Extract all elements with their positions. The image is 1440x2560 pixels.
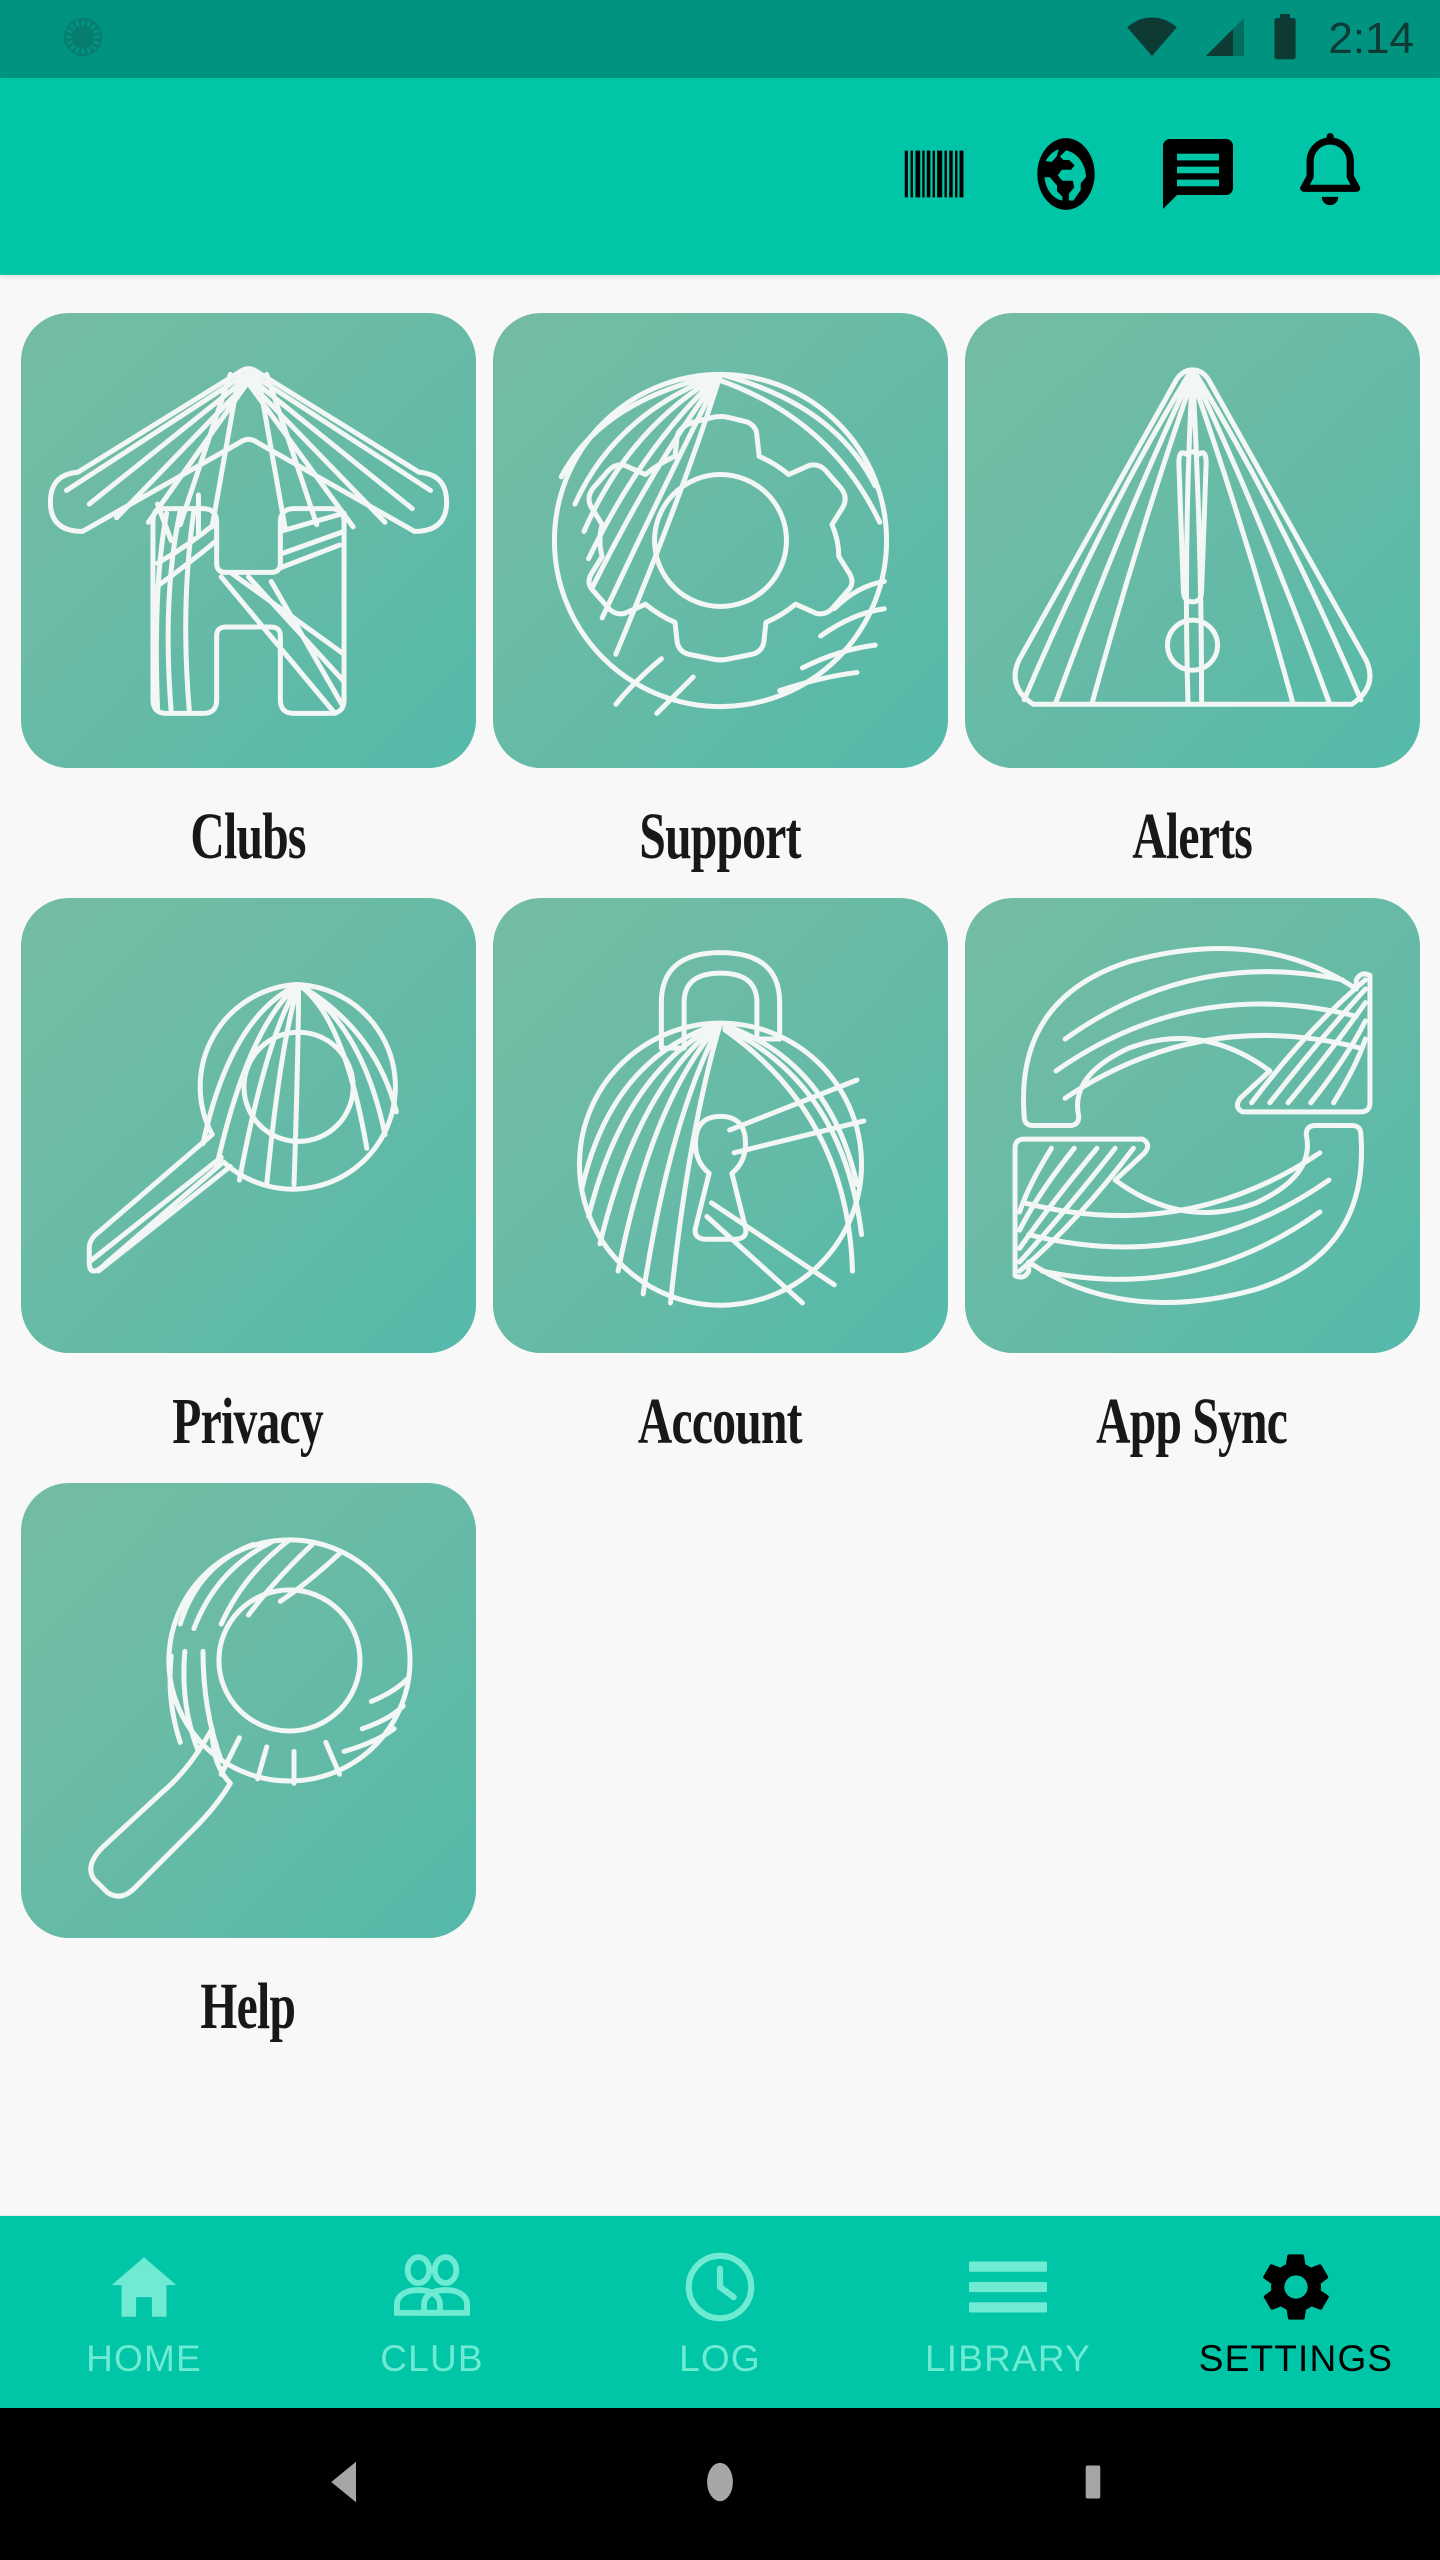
nav-item-label: SETTINGS xyxy=(1198,2337,1394,2379)
settings-grid: Clubs Support Alerts Privacy Account App… xyxy=(0,313,1440,2068)
settings-tile-clubs[interactable]: Clubs xyxy=(12,313,484,898)
circle-home-icon xyxy=(695,2457,745,2512)
padlock-icon xyxy=(492,898,948,1353)
nav-item-label: LIBRARY xyxy=(924,2337,1092,2379)
nav-item-club[interactable]: CLUB xyxy=(288,2216,576,2408)
public-button[interactable] xyxy=(1000,111,1132,243)
gear-icon xyxy=(1256,2248,1336,2326)
settings-tile-help[interactable]: Help xyxy=(12,1483,484,2068)
clock-icon xyxy=(681,2248,759,2326)
battery-full-icon xyxy=(1270,13,1300,65)
settings-tile-label: Privacy xyxy=(172,1385,324,1458)
house-icon xyxy=(20,313,476,768)
nav-item-label: LOG xyxy=(679,2337,761,2379)
settings-tile-account[interactable]: Account xyxy=(484,898,956,1483)
square-recents-icon xyxy=(1070,2459,1116,2510)
status-bar-left xyxy=(60,14,106,65)
android-system-nav xyxy=(0,2408,1440,2560)
status-bar-clock: 2:14 xyxy=(1328,14,1414,63)
back-button[interactable] xyxy=(287,2424,407,2544)
wifi-icon xyxy=(1126,16,1178,62)
people-icon xyxy=(392,2248,472,2326)
recents-button[interactable] xyxy=(1033,2424,1153,2544)
phone-screen: 2:14 Clubs Support Alerts Privacy Accoun… xyxy=(0,0,1440,2560)
status-bar-right: 2:14 xyxy=(1126,13,1414,65)
nav-item-library[interactable]: LIBRARY xyxy=(864,2216,1152,2408)
nav-item-home[interactable]: HOME xyxy=(0,2216,288,2408)
settings-tile-label: App Sync xyxy=(1096,1385,1288,1458)
globe-icon xyxy=(1023,131,1109,222)
list-icon xyxy=(966,2248,1050,2326)
nav-item-log[interactable]: LOG xyxy=(576,2216,864,2408)
nav-item-label: CLUB xyxy=(380,2337,484,2379)
bottom-navigation: HOME CLUB LOG LIBRARY SETTINGS xyxy=(0,2216,1440,2408)
settings-tile-privacy[interactable]: Privacy xyxy=(12,898,484,1483)
settings-tile-label: Support xyxy=(639,800,801,873)
triangle-back-icon xyxy=(320,2455,374,2514)
home-icon xyxy=(106,2248,182,2326)
settings-tile-label: Clubs xyxy=(190,800,306,873)
key-icon xyxy=(20,898,476,1353)
barcode-button[interactable] xyxy=(868,111,1000,243)
sync-arrows-icon xyxy=(964,898,1420,1353)
settings-content: Clubs Support Alerts Privacy Account App… xyxy=(0,275,1440,2216)
barcode-icon xyxy=(895,135,973,218)
sync-circle-icon xyxy=(60,14,106,65)
nav-item-label: HOME xyxy=(86,2337,202,2379)
gear-icon xyxy=(492,313,948,768)
app-toolbar xyxy=(0,78,1440,275)
notifications-button[interactable] xyxy=(1264,111,1396,243)
settings-tile-label: Account xyxy=(638,1385,803,1458)
messages-button[interactable] xyxy=(1132,111,1264,243)
home-button[interactable] xyxy=(660,2424,780,2544)
bell-icon xyxy=(1285,129,1375,224)
settings-tile-alerts[interactable]: Alerts xyxy=(956,313,1428,898)
magnifier-icon xyxy=(20,1483,476,1938)
nav-item-settings[interactable]: SETTINGS xyxy=(1152,2216,1440,2408)
chat-icon xyxy=(1156,132,1240,221)
settings-tile-support[interactable]: Support xyxy=(484,313,956,898)
settings-tile-label: Help xyxy=(200,1970,297,2043)
cell-signal-icon xyxy=(1200,16,1248,63)
status-bar: 2:14 xyxy=(0,0,1440,78)
settings-tile-app-sync[interactable]: App Sync xyxy=(956,898,1428,1483)
settings-tile-label: Alerts xyxy=(1132,800,1252,873)
warning-triangle-icon xyxy=(964,313,1420,768)
